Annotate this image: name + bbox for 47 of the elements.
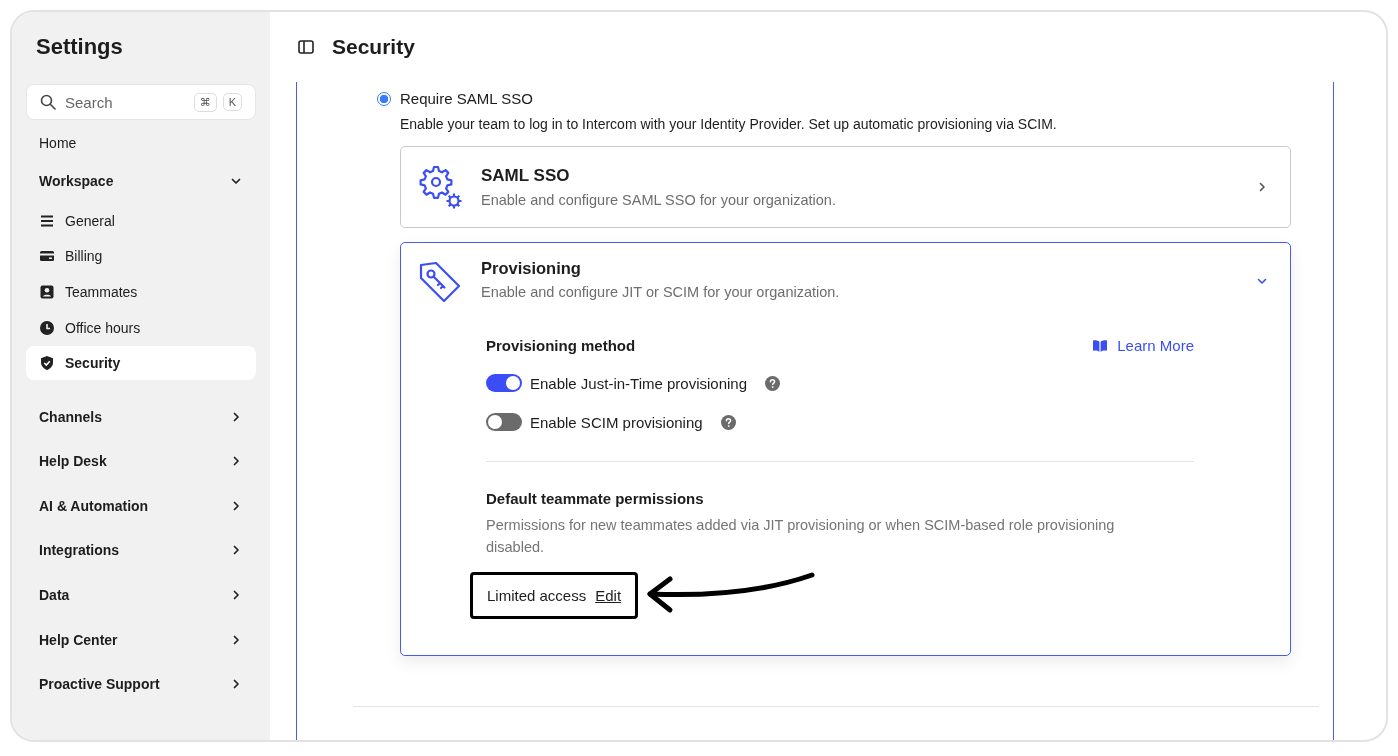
radio-button[interactable] (377, 91, 391, 106)
help-icon[interactable] (720, 414, 736, 430)
nav-group[interactable]: Data (26, 572, 256, 618)
section-heading: Default teammate permissions (486, 490, 705, 507)
card-title: Provisioning (481, 259, 582, 278)
sidebar-item[interactable]: Teammates (26, 274, 256, 309)
nav-group[interactable]: Integrations (26, 528, 256, 573)
nav-group[interactable]: Workspace (26, 159, 256, 204)
help-icon[interactable] (765, 375, 781, 391)
nav-group[interactable]: Help Center (26, 617, 256, 662)
shield-icon (39, 355, 55, 372)
shortcut-key: ⌘ (193, 92, 217, 112)
settings-card[interactable] (400, 242, 1291, 656)
toggle-label: Enable Just-in-Time provisioning (530, 374, 748, 392)
edit-link[interactable]: Edit (595, 587, 622, 604)
nav-item[interactable]: Home (26, 127, 256, 159)
section-description: Permissions for new teammates added via JIT provisioning or when SCIM-based role provisioning disabled. (486, 516, 1116, 557)
card-description: Enable and configure JIT or SCIM for your organization. (481, 284, 841, 300)
option-description: Enable your team to log in to Intercom with your Identity Provider. Set up automatic provisioning via SCIM. (400, 116, 1058, 132)
tag-key-icon (417, 259, 463, 305)
sidebar-item[interactable]: Billing (26, 239, 256, 274)
nav-group[interactable]: Channels (26, 394, 256, 439)
sidebar-item[interactable]: General (26, 203, 256, 238)
toggle-label: Enable SCIM provisioning (530, 413, 703, 431)
section-heading: Provisioning method (486, 337, 636, 354)
person-icon (39, 283, 55, 300)
page-title: Security (332, 35, 415, 59)
sidebar-item[interactable]: Security (26, 346, 256, 381)
option-label: Require SAML SSO (400, 90, 533, 107)
shortcut-key: K (222, 93, 242, 111)
settings-card[interactable]: SAML SSO Enable and configure SAML SSO for your organization. (400, 146, 1291, 228)
book-icon (1092, 338, 1109, 353)
nav-group[interactable]: Help Desk (26, 438, 256, 484)
gears-icon (417, 164, 463, 210)
sidebar-toggle-icon[interactable] (298, 40, 314, 54)
nav-group[interactable]: Proactive Support (26, 661, 256, 707)
search-icon (40, 94, 56, 110)
clock-icon (39, 319, 55, 336)
sidebar-item[interactable]: Office hours (26, 310, 256, 345)
card-title: SAML SSO (481, 166, 571, 186)
nav-group[interactable]: AI & Automation (26, 483, 256, 529)
card-description: Enable and configure SAML SSO for your organization. (481, 192, 837, 208)
toggle-switch[interactable] (486, 413, 522, 431)
sidebar-title: Settings (35, 33, 124, 61)
toggle-switch[interactable] (486, 374, 522, 392)
permission-value: Limited access (487, 587, 587, 604)
learn-more-link[interactable]: Learn More (1092, 337, 1194, 354)
